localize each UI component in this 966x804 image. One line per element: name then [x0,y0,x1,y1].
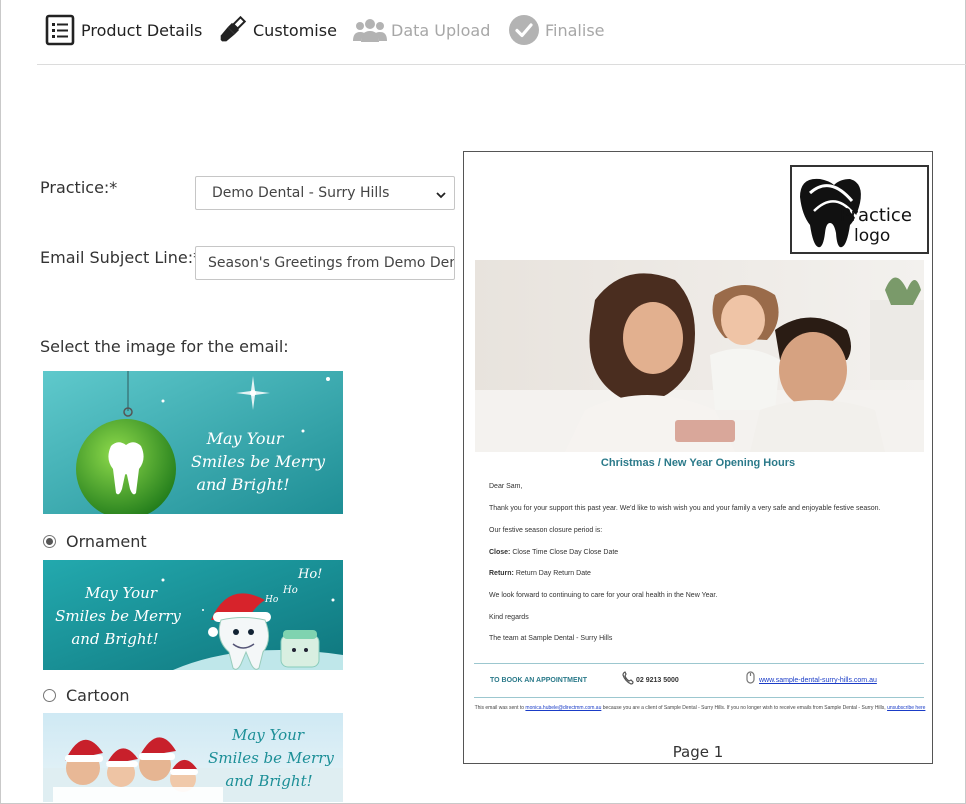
email-body-1: Thank you for your support this past yea… [489,505,881,512]
ornament-banner-image: May Your Smiles be Merry and Bright! [43,371,343,514]
practice-label: Practice:* [40,178,118,197]
banner-text: May Your [84,584,158,602]
step-label: Finalise [545,20,605,40]
divider [474,697,924,698]
banner-text: Ho [282,585,298,596]
step-label: Customise [253,20,337,40]
email-signature: The team at Sample Dental - Surry Hills [489,635,613,642]
email-footer: This email was sent to monica.hubele@dir… [474,704,926,712]
email-body-3: We look forward to continuing to care fo… [489,592,718,599]
return-label: Return: [489,570,514,577]
banner-text: and Bright! [225,772,312,790]
logo-text: logo [854,226,890,246]
email-close-line: Close: Close Time Close Day Close Date [489,549,618,556]
email-title: Christmas / New Year Opening Hours [600,457,796,469]
email-signoff: Kind regards [489,614,529,621]
banner-text: Smiles be Merry [208,749,334,767]
banner-text: May Your [206,429,285,448]
image-option-cartoon[interactable]: May Your Smiles be Merry and Bright! Ho!… [43,560,343,670]
step-data-upload[interactable]: Data Upload [353,12,490,48]
list-icon [43,13,77,47]
close-value: Close Time Close Day Close Date [512,549,619,556]
email-preview: Practice logo Christmas / New Year Openi… [463,151,933,764]
banner-text: and Bright! [196,475,289,494]
radio-cartoon[interactable]: Cartoon [43,686,130,705]
mouse-icon [746,669,755,688]
image-option-family[interactable]: May Your Smiles be Merry and Bright! [43,713,343,802]
email-hero-image [475,260,924,452]
practice-select[interactable]: Demo Dental - Surry Hills [195,176,455,210]
step-finalise[interactable]: Finalise [507,12,605,48]
email-return-line: Return: Return Day Return Date [489,570,591,577]
family-banner-image: May Your Smiles be Merry and Bright! [43,713,343,802]
footer-text: because you are a client of Sample Denta… [602,705,886,711]
banner-text: May Your [231,726,305,744]
practice-value: Demo Dental - Surry Hills [212,185,390,201]
brush-icon [215,13,249,47]
users-icon [353,13,387,47]
subject-value: Season's Greetings from Demo Dental [208,255,455,271]
cartoon-banner-image: May Your Smiles be Merry and Bright! Ho!… [43,560,343,670]
banner-text: Smiles be Merry [191,452,326,471]
radio-button-cartoon[interactable] [43,689,56,702]
unsubscribe-link[interactable]: unsubscribe here [887,705,925,711]
close-label: Close: [489,549,511,556]
return-value: Return Day Return Date [515,570,591,577]
phone-icon [622,670,634,689]
app-frame: Product Details Customise Data Upload Fi… [0,0,966,804]
logo-text: Practice [840,205,912,226]
email-greeting: Dear Sam, [489,483,523,490]
page-label: Page 1 [672,743,724,761]
phone-number: 02 9213 5000 [636,677,679,684]
banner-text: Ho! [297,567,322,582]
practice-logo: Practice logo [790,165,929,254]
check-circle-icon [507,13,541,47]
step-label: Product Details [81,20,203,40]
subject-input[interactable]: Season's Greetings from Demo Dental [195,246,455,280]
step-label: Data Upload [391,20,491,40]
divider [474,663,924,664]
step-customise[interactable]: Customise [215,12,337,48]
image-select-label: Select the image for the email: [40,337,289,356]
book-appointment-label: TO BOOK AN APPOINTMENT [490,677,587,684]
footer-email-link[interactable]: monica.hubele@directmm.com.au [525,705,601,711]
subject-label: Email Subject Line:* [40,248,202,267]
image-option-ornament[interactable]: May Your Smiles be Merry and Bright! [43,371,343,514]
radio-label-cartoon: Cartoon [66,686,130,705]
website-link[interactable]: www.sample-dental-surry-hills.com.au [759,677,877,684]
banner-text: Smiles be Merry [55,607,181,625]
footer-text: This email was sent to [474,705,525,711]
chevron-down-icon [436,188,446,204]
email-body-2: Our festive season closure period is: [489,527,603,534]
banner-text: and Bright! [71,630,158,648]
wizard-steps: Product Details Customise Data Upload Fi… [37,0,966,65]
radio-button-ornament[interactable] [43,535,56,548]
banner-text: Ho [264,595,279,605]
radio-ornament[interactable]: Ornament [43,532,147,551]
radio-label-ornament: Ornament [66,532,147,551]
step-product-details[interactable]: Product Details [43,12,202,48]
